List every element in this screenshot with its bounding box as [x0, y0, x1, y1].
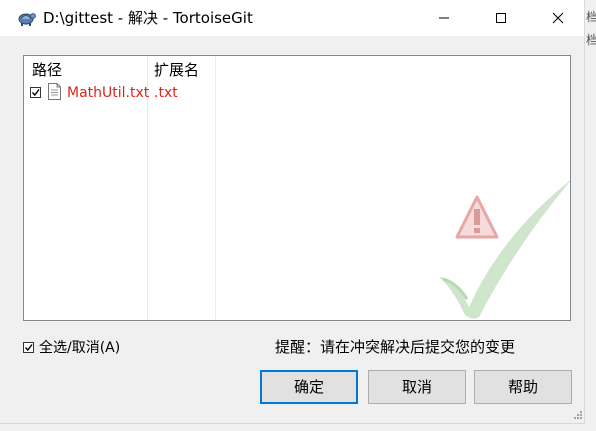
- close-icon: [552, 12, 564, 24]
- minimize-button[interactable]: [421, 0, 467, 36]
- maximize-icon: [496, 13, 506, 23]
- warning-checkmark-icon: [439, 180, 570, 319]
- row-checkbox[interactable]: [30, 87, 41, 98]
- window-title: D:\gittest - 解决 - TortoiseGit: [43, 9, 253, 27]
- cancel-button[interactable]: 取消: [368, 370, 466, 404]
- file-path: MathUtil.txt: [67, 85, 150, 101]
- help-button[interactable]: 帮助: [474, 370, 572, 404]
- resolve-dialog: D:\gittest - 解决 - TortoiseGit 路径 扩展名 Mat…: [0, 0, 585, 424]
- background-window-text: 档: [586, 33, 596, 47]
- maximize-button[interactable]: [478, 0, 524, 36]
- close-button[interactable]: [535, 0, 581, 36]
- ok-button[interactable]: 确定: [260, 370, 358, 404]
- column-header-extension[interactable]: 扩展名: [154, 60, 199, 80]
- tortoisegit-app-icon: [18, 13, 36, 26]
- background-window-text: 档: [586, 10, 596, 24]
- column-header-path[interactable]: 路径: [32, 60, 62, 80]
- text-file-icon: [48, 83, 61, 100]
- select-all-box[interactable]: [23, 342, 34, 353]
- commit-reminder-text: 提醒：请在冲突解决后提交您的变更: [275, 338, 516, 356]
- conflict-file-list[interactable]: 路径 扩展名 MathUtil.txt .txt: [23, 55, 571, 321]
- minimize-icon: [439, 17, 449, 19]
- file-extension: .txt: [154, 85, 178, 101]
- select-all-label: 全选/取消(A): [39, 340, 121, 356]
- resize-grip-icon[interactable]: [572, 409, 583, 420]
- list-item[interactable]: MathUtil.txt .txt: [24, 83, 570, 104]
- title-bar[interactable]: D:\gittest - 解决 - TortoiseGit: [0, 0, 584, 36]
